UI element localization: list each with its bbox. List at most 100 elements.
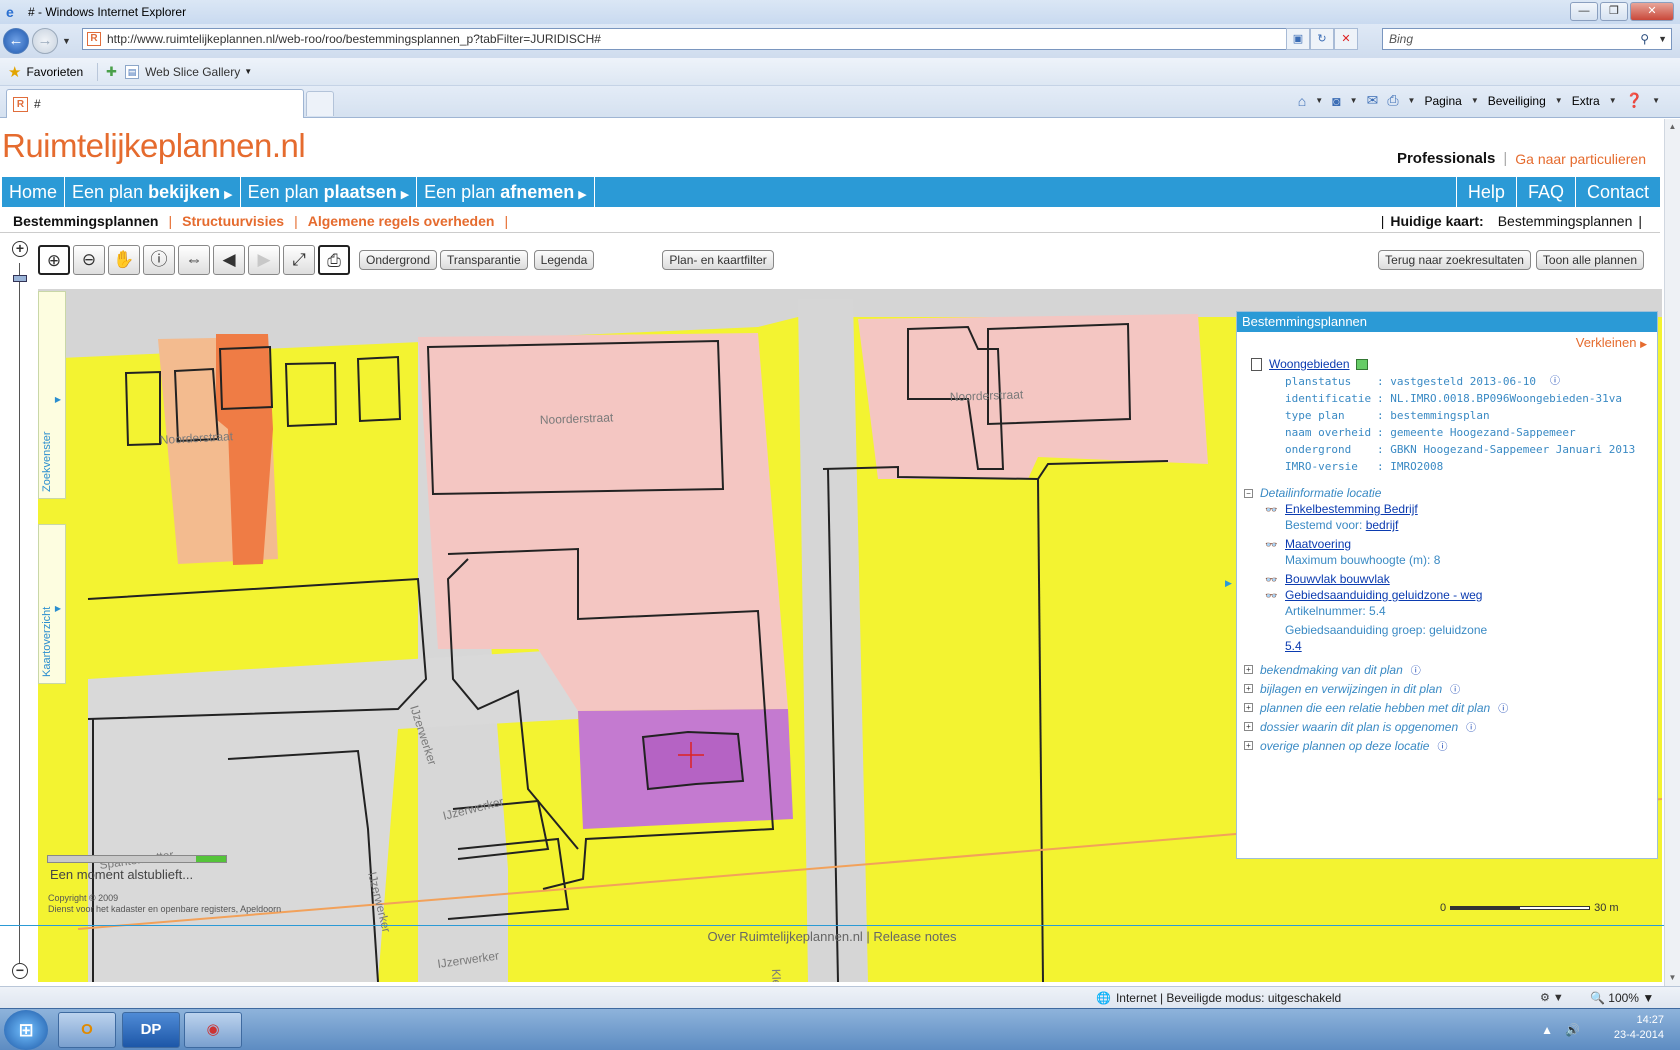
site-logo[interactable]: Ruimtelijkeplannen.nl: [2, 127, 306, 165]
expand-plus-icon[interactable]: +: [1244, 741, 1253, 750]
start-button[interactable]: ⊞: [4, 1010, 48, 1050]
extra-menu-dropdown-icon[interactable]: ▼: [1609, 96, 1617, 105]
next-extent-icon[interactable]: ▶: [248, 245, 280, 275]
info-download-icon[interactable]: ⓘ: [1450, 681, 1460, 696]
back-to-results-button[interactable]: Terug naar zoekresultaten: [1378, 250, 1531, 270]
nav-home[interactable]: Home: [2, 177, 66, 207]
zoom-slider[interactable]: + −: [10, 241, 32, 984]
page-scrollbar[interactable]: ▲ ▼: [1664, 119, 1680, 986]
close-button[interactable]: ✕: [1630, 2, 1674, 21]
search-icon[interactable]: ⚲: [1640, 32, 1649, 46]
extra-menu[interactable]: Extra: [1572, 94, 1600, 108]
page-menu-dropdown-icon[interactable]: ▼: [1471, 96, 1479, 105]
help-icon[interactable]: ❓: [1626, 92, 1643, 109]
zoom-level[interactable]: 🔍 100% ▼: [1590, 991, 1654, 1005]
home-dropdown-icon[interactable]: ▼: [1315, 96, 1323, 105]
zoom-in-icon[interactable]: +: [12, 241, 28, 257]
show-hidden-icons-icon[interactable]: ▲: [1541, 1023, 1553, 1037]
verkleinen-link[interactable]: Verkleinen ▶: [1576, 335, 1647, 350]
detail-section-header[interactable]: − Detailinformatie locatie: [1244, 486, 1381, 500]
plan-name-link[interactable]: Woongebieden: [1269, 357, 1350, 371]
collapsible-section[interactable]: + dossier waarin dit plan is opgenomen ⓘ: [1244, 719, 1476, 734]
bouwvlak-link[interactable]: Bouwvlak bouwvlak: [1285, 572, 1390, 586]
page-menu[interactable]: Pagina: [1424, 94, 1461, 108]
expand-plus-icon[interactable]: +: [1244, 684, 1253, 693]
add-favorite-icon[interactable]: ✚: [106, 64, 117, 80]
search-input[interactable]: Bing ⚲ ▼: [1382, 28, 1672, 50]
release-notes-link[interactable]: Release notes: [873, 929, 956, 944]
expand-plus-icon[interactable]: +: [1244, 665, 1253, 674]
zoom-out-icon[interactable]: −: [12, 963, 28, 979]
new-tab-button[interactable]: [306, 91, 334, 116]
previous-extent-icon[interactable]: ◀: [213, 245, 245, 275]
bestemd-link[interactable]: bedrijf: [1366, 518, 1399, 532]
collapsible-section[interactable]: + plannen die een relatie hebben met dit …: [1244, 700, 1508, 715]
collapsible-section[interactable]: + overige plannen op deze locatie ⓘ: [1244, 738, 1447, 753]
dp-taskbar-icon[interactable]: DP: [122, 1012, 180, 1048]
binoculars-icon[interactable]: 👓: [1265, 591, 1281, 602]
expand-plus-icon[interactable]: +: [1244, 722, 1253, 731]
favorites-button[interactable]: Favorieten: [26, 65, 83, 79]
binoculars-icon[interactable]: 👓: [1265, 540, 1281, 551]
zoom-track[interactable]: [19, 263, 20, 963]
scroll-down-icon[interactable]: ▼: [1665, 970, 1680, 986]
minimize-button[interactable]: —: [1570, 2, 1598, 21]
show-all-plans-button[interactable]: Toon alle plannen: [1535, 250, 1644, 270]
web-slice-gallery-link[interactable]: Web Slice Gallery: [145, 65, 240, 79]
url-field[interactable]: R http://www.ruimtelijkeplannen.nl/web-r…: [82, 28, 1298, 50]
ondergrond-button[interactable]: Ondergrond: [359, 250, 438, 270]
help-dropdown-icon[interactable]: ▼: [1652, 96, 1660, 105]
collapsible-section[interactable]: + bijlagen en verwijzingen in dit plan ⓘ: [1244, 681, 1460, 696]
app-taskbar-icon[interactable]: ◉: [184, 1012, 242, 1048]
binoculars-icon[interactable]: 👓: [1265, 575, 1281, 586]
print-icon[interactable]: ⎙: [1387, 92, 1398, 109]
zoom-out-tool-icon[interactable]: ⊖: [73, 245, 105, 275]
groep-link[interactable]: 5.4: [1285, 639, 1302, 653]
nav-plan-bekijken[interactable]: Een plan bekijken ▶: [65, 177, 241, 207]
panel-collapse-icon[interactable]: ▶: [1225, 578, 1232, 589]
geluidzone-link[interactable]: Gebiedsaanduiding geluidzone - weg: [1285, 588, 1482, 602]
feeds-icon[interactable]: ◙: [1332, 93, 1340, 109]
feeds-dropdown-icon[interactable]: ▼: [1350, 96, 1358, 105]
web-slice-dropdown-icon[interactable]: ▼: [244, 67, 252, 76]
outlook-taskbar-icon[interactable]: O: [58, 1012, 116, 1048]
legenda-button[interactable]: Legenda: [533, 250, 595, 270]
protected-mode-icon[interactable]: ⚙ ▼: [1540, 991, 1564, 1004]
info-download-icon[interactable]: ⓘ: [1550, 373, 1560, 390]
info-download-icon[interactable]: ⓘ: [1411, 662, 1421, 677]
about-link[interactable]: Over Ruimtelijkeplannen.nl: [707, 929, 862, 944]
expand-plus-icon[interactable]: +: [1244, 703, 1253, 712]
info-download-icon[interactable]: ⓘ: [1466, 719, 1476, 734]
info-icon[interactable]: ⓘ: [143, 245, 175, 275]
scroll-up-icon[interactable]: ▲: [1665, 119, 1680, 135]
nav-contact[interactable]: Contact: [1574, 177, 1660, 207]
forward-button[interactable]: →: [32, 28, 58, 54]
refresh-icon[interactable]: ↻: [1310, 28, 1334, 50]
collapsible-section[interactable]: + bekendmaking van dit plan ⓘ: [1244, 662, 1421, 677]
home-icon[interactable]: ⌂: [1298, 93, 1306, 109]
full-extent-icon[interactable]: ⤢: [283, 245, 315, 275]
transparantie-button[interactable]: Transparantie: [440, 250, 528, 270]
search-dropdown-icon[interactable]: ▼: [1658, 34, 1667, 44]
print-map-icon[interactable]: ⎙: [318, 245, 350, 275]
subnav-structuurvisies[interactable]: Structuurvisies: [182, 213, 284, 229]
mail-icon[interactable]: ✉: [1367, 92, 1379, 109]
security-menu[interactable]: Beveiliging: [1488, 94, 1546, 108]
nav-plan-plaatsen[interactable]: Een plan plaatsen ▶: [241, 177, 418, 207]
compat-view-icon[interactable]: ▣: [1286, 28, 1310, 50]
back-button[interactable]: ←: [3, 28, 29, 54]
tab-current[interactable]: R #: [6, 89, 304, 118]
favorites-star-icon[interactable]: ★: [8, 63, 21, 81]
audience-particulieren-link[interactable]: Ga naar particulieren: [1515, 151, 1646, 167]
print-dropdown-icon[interactable]: ▼: [1408, 96, 1416, 105]
pan-hand-icon[interactable]: ✋: [108, 245, 140, 275]
security-menu-dropdown-icon[interactable]: ▼: [1555, 96, 1563, 105]
info-download-icon[interactable]: ⓘ: [1437, 738, 1447, 753]
plan-filter-button[interactable]: Plan- en kaartfilter: [662, 250, 774, 270]
nav-faq[interactable]: FAQ: [1515, 177, 1575, 207]
zoom-in-tool-icon[interactable]: ⊕: [38, 245, 70, 275]
collapse-minus-icon[interactable]: −: [1244, 488, 1253, 498]
subnav-bestemmingsplannen[interactable]: Bestemmingsplannen: [13, 213, 158, 229]
binoculars-icon[interactable]: 👓: [1265, 505, 1281, 516]
zoekvenster-tab[interactable]: Zoekvenster ▶: [38, 291, 66, 499]
